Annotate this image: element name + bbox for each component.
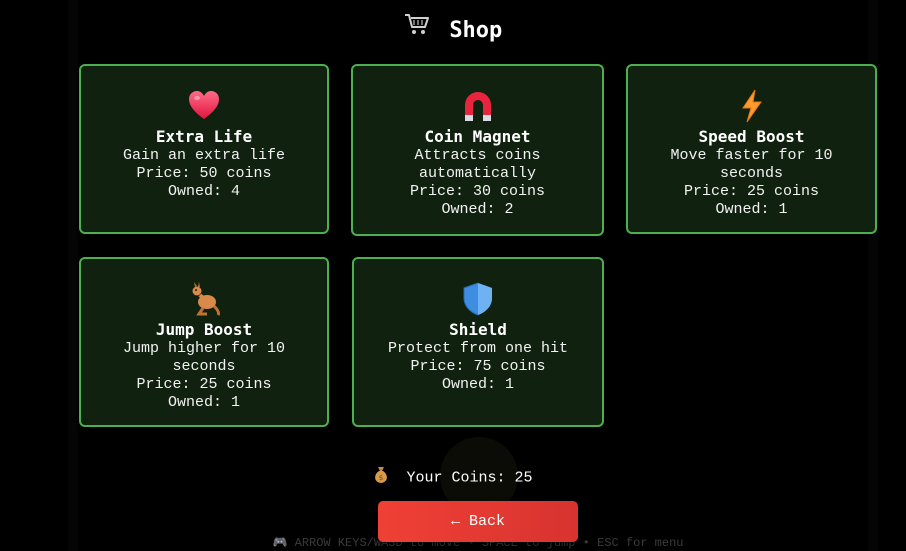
item-name: Speed Boost	[698, 127, 805, 146]
item-name: Extra Life	[155, 127, 253, 146]
back-button[interactable]: ← Back	[378, 501, 578, 542]
money-bag-icon: $	[373, 466, 389, 491]
item-description: Protect from one hit	[387, 340, 569, 357]
item-description: Attracts coins automatically	[414, 147, 541, 182]
item-price: Price: 30 coins	[409, 183, 546, 200]
item-owned-count: Owned: 1	[715, 201, 788, 218]
page-title: Shop	[449, 18, 503, 43]
item-price: Price: 25 coins	[136, 376, 272, 393]
item-price: Price: 50 coins	[136, 165, 272, 182]
item-description: Jump higher for 10 seconds	[122, 340, 286, 375]
shop-screen: Shop Extra Life Gain an extra life Price…	[0, 0, 906, 551]
shop-item-speed-boost[interactable]: Speed Boost Move faster for 10 seconds P…	[626, 64, 877, 234]
item-owned-count: Owned: 2	[441, 201, 514, 218]
item-name: Coin Magnet	[424, 127, 531, 146]
shopping-cart-icon	[404, 12, 430, 50]
magnet-icon	[461, 89, 495, 123]
shop-item-coin-magnet[interactable]: Coin Magnet Attracts coins automatically…	[351, 64, 604, 236]
item-name: Shield	[449, 320, 507, 339]
lightning-icon	[735, 89, 769, 123]
item-price: Price: 25 coins	[683, 183, 820, 200]
item-owned-count: Owned: 4	[167, 183, 240, 200]
item-description: Move faster for 10 seconds	[670, 147, 833, 182]
shop-item-extra-life[interactable]: Extra Life Gain an extra life Price: 50 …	[79, 64, 329, 234]
shop-item-shield[interactable]: Shield Protect from one hit Price: 75 co…	[352, 257, 604, 427]
item-description: Gain an extra life	[122, 147, 286, 164]
item-name: Jump Boost	[155, 320, 253, 339]
shop-item-jump-boost[interactable]: Jump Boost Jump higher for 10 seconds Pr…	[79, 257, 329, 427]
item-owned-count: Owned: 1	[441, 376, 514, 393]
coin-balance: $ Your Coins: 25	[0, 466, 906, 491]
item-owned-count: Owned: 1	[167, 394, 240, 411]
shop-header: Shop	[0, 12, 906, 48]
item-price: Price: 75 coins	[410, 358, 546, 375]
coins-value: 25	[514, 469, 533, 487]
coins-label: Your Coins:	[406, 469, 506, 487]
shield-icon	[461, 282, 495, 316]
kangaroo-icon	[187, 282, 221, 316]
svg-text:$: $	[379, 474, 383, 482]
heart-icon	[187, 89, 221, 123]
